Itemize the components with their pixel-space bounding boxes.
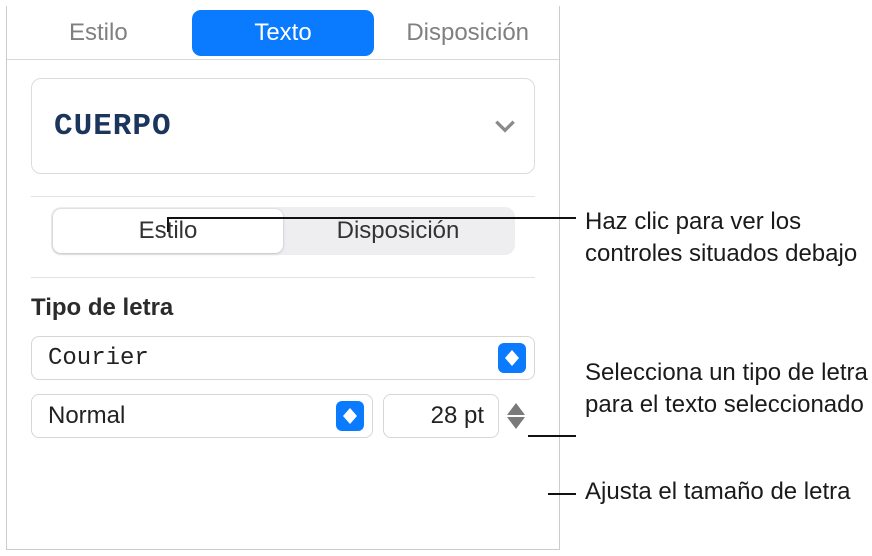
callout-font-size: Ajusta el tamaño de letra: [585, 476, 870, 508]
tab-text-label: Texto: [254, 19, 311, 47]
tab-style[interactable]: Estilo: [7, 10, 190, 56]
divider: [31, 196, 535, 197]
callout-style-segment: Haz clic para ver los controles situados…: [585, 206, 870, 271]
paragraph-style-popup[interactable]: CUERPO: [31, 78, 535, 174]
callout-font-family: Selecciona un tipo de letra para el text…: [585, 357, 870, 422]
stepper-up-icon[interactable]: [507, 403, 525, 415]
text-subsection-segmented: Estilo Disposición: [51, 207, 515, 255]
tab-style-label: Estilo: [69, 19, 128, 47]
font-size-value: 28 pt: [394, 402, 490, 430]
tab-text[interactable]: Texto: [192, 10, 375, 56]
font-weight-value: Normal: [48, 402, 125, 430]
segment-style[interactable]: Estilo: [53, 209, 283, 253]
font-size-stepper[interactable]: [507, 394, 535, 438]
font-size-field[interactable]: 28 pt: [383, 394, 499, 438]
segment-layout[interactable]: Disposición: [283, 209, 513, 253]
format-inspector-panel: Estilo Texto Disposición CUERPO Estilo: [6, 6, 560, 550]
paragraph-style-value: CUERPO: [54, 109, 172, 144]
segment-style-label: Estilo: [139, 217, 198, 245]
font-family-popup[interactable]: Courier: [31, 336, 535, 380]
tab-layout[interactable]: Disposición: [376, 10, 559, 56]
segment-layout-label: Disposición: [337, 217, 460, 245]
font-weight-popup[interactable]: Normal: [31, 394, 373, 438]
chevron-down-icon: [492, 113, 518, 139]
popup-arrows-icon: [336, 401, 364, 431]
popup-arrows-icon: [498, 343, 526, 373]
divider: [31, 277, 535, 278]
inspector-tabs: Estilo Texto Disposición: [7, 6, 559, 60]
stepper-down-icon[interactable]: [507, 417, 525, 429]
tab-layout-label: Disposición: [406, 19, 529, 47]
font-section-label: Tipo de letra: [31, 294, 535, 322]
font-family-value: Courier: [48, 345, 149, 372]
